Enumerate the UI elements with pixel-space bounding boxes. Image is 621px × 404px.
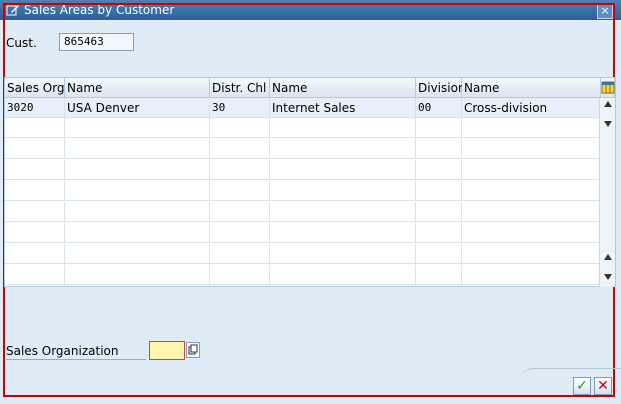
label-underline	[6, 359, 146, 360]
table-cell	[5, 181, 65, 201]
table-cell	[270, 265, 416, 285]
cell-sales-org: 3020	[5, 98, 65, 118]
table-cell	[462, 202, 601, 222]
table-row[interactable]	[5, 244, 601, 264]
table-cell	[462, 139, 601, 159]
edit-icon	[6, 5, 19, 16]
table-row[interactable]: 3020 USA Denver 30 Internet Sales 00 Cro…	[5, 98, 601, 118]
table-cell	[270, 160, 416, 180]
ok-button[interactable]: ✓	[573, 377, 591, 395]
table-settings-icon	[601, 81, 615, 94]
scroll-down-icon[interactable]	[603, 273, 613, 281]
table-cell	[462, 160, 601, 180]
col-header-sales-org[interactable]: Sales Org.	[5, 78, 68, 98]
col-header-name-2[interactable]: Name	[270, 78, 416, 98]
table-cell	[416, 160, 462, 180]
cell-name: USA Denver	[65, 98, 210, 118]
table-cell	[462, 265, 601, 285]
table-cell	[5, 118, 65, 138]
table-cell	[270, 118, 416, 138]
window-title: Sales Areas by Customer	[24, 3, 175, 17]
table-cell	[416, 139, 462, 159]
table-cell	[462, 223, 601, 243]
table-cell	[270, 223, 416, 243]
table-row[interactable]	[5, 139, 601, 159]
table-cell	[416, 244, 462, 264]
table-cell	[65, 160, 210, 180]
table-cell	[65, 139, 210, 159]
table-cell	[210, 181, 270, 201]
table-row[interactable]	[5, 265, 601, 285]
table-cell	[5, 202, 65, 222]
table-cell	[5, 244, 65, 264]
table-cell	[65, 244, 210, 264]
table-cell	[416, 202, 462, 222]
scroll-up-icon[interactable]	[603, 100, 613, 108]
sales-org-field[interactable]	[149, 341, 185, 360]
table-cell	[210, 139, 270, 159]
cancel-button[interactable]: ✕	[594, 377, 612, 395]
table-cell	[416, 118, 462, 138]
close-button[interactable]: ×	[597, 3, 613, 19]
table-cell	[65, 202, 210, 222]
table-cell	[270, 181, 416, 201]
table-cell	[5, 223, 65, 243]
cell-division: 00	[416, 98, 462, 118]
sales-org-label: Sales Organization	[6, 344, 119, 358]
table-cell	[462, 244, 601, 264]
table-cell	[416, 181, 462, 201]
col-header-name-3[interactable]: Name	[462, 78, 601, 98]
col-header-name[interactable]: Name	[65, 78, 210, 98]
sales-areas-table: Sales Org. Name Distr. Chl Name Division…	[4, 77, 616, 287]
customer-field[interactable]: 865463	[59, 33, 134, 51]
customer-label: Cust.	[6, 36, 37, 50]
col-header-distr-chl[interactable]: Distr. Chl	[210, 78, 270, 98]
table-cell	[210, 265, 270, 285]
cell-name-3: Cross-division	[462, 98, 601, 118]
table-cell	[5, 265, 65, 285]
cell-name-2: Internet Sales	[270, 98, 416, 118]
table-cell	[65, 181, 210, 201]
table-cell	[210, 118, 270, 138]
table-cell	[65, 223, 210, 243]
table-cell	[65, 265, 210, 285]
value-help-icon	[188, 344, 198, 355]
table-cell	[416, 265, 462, 285]
table-row[interactable]	[5, 223, 601, 243]
search-help-button[interactable]	[186, 342, 200, 358]
table-cell	[5, 139, 65, 159]
table-cell	[270, 244, 416, 264]
table-row[interactable]	[5, 181, 601, 201]
table-cell	[462, 181, 601, 201]
table-cell	[210, 202, 270, 222]
table-cell	[416, 223, 462, 243]
table-row[interactable]	[5, 160, 601, 180]
window-titlebar: Sales Areas by Customer ×	[0, 0, 621, 20]
cell-distr-chl: 30	[210, 98, 270, 118]
table-row[interactable]	[5, 202, 601, 222]
table-cell	[5, 160, 65, 180]
table-cell	[65, 118, 210, 138]
scroll-up-icon[interactable]	[603, 253, 613, 261]
table-row[interactable]	[5, 118, 601, 138]
table-cell	[462, 118, 601, 138]
table-cell	[270, 202, 416, 222]
table-cell	[270, 139, 416, 159]
col-header-division[interactable]: Division	[416, 78, 466, 98]
scroll-down-icon[interactable]	[603, 120, 613, 128]
table-cell	[210, 160, 270, 180]
table-cell	[210, 244, 270, 264]
table-cell	[210, 223, 270, 243]
column-settings-button[interactable]	[601, 78, 615, 98]
table-scrollbar[interactable]	[599, 98, 615, 287]
